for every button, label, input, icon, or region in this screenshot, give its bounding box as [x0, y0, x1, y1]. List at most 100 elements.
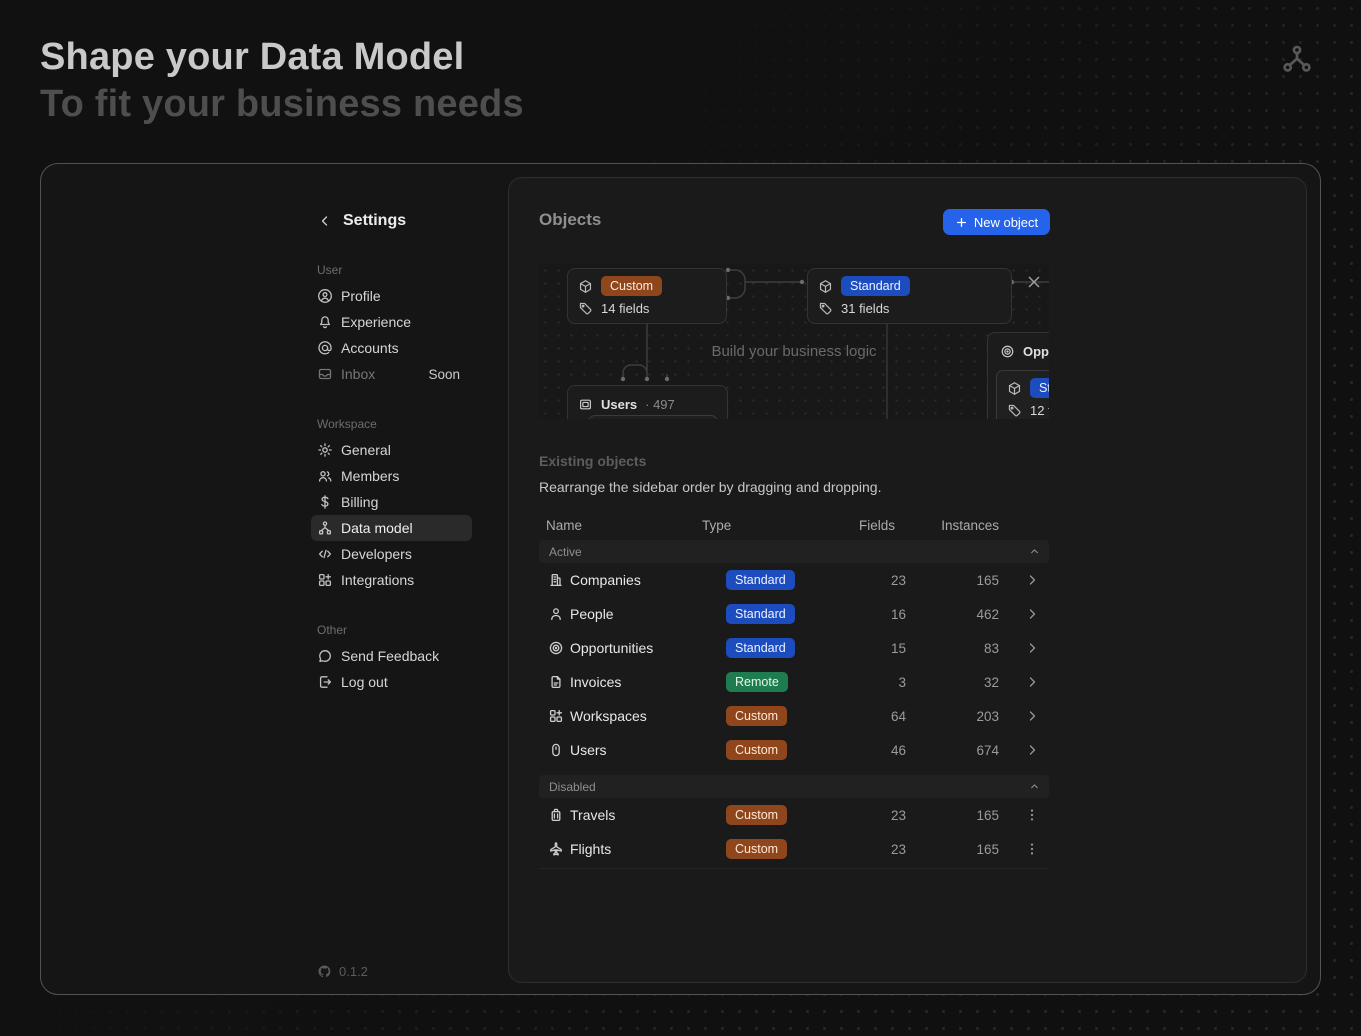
object-row-people[interactable]: PeopleStandard16462 [539, 597, 1049, 631]
diagram-node-custom[interactable]: Custom 14 fields [567, 268, 727, 324]
object-name: Companies [570, 572, 726, 588]
sidebar-section-other: OtherSend FeedbackLog out [311, 623, 472, 695]
row-action [999, 708, 1049, 724]
users-icon [317, 468, 333, 484]
object-row-companies[interactable]: CompaniesStandard23165 [539, 563, 1049, 597]
instances-count: 165 [906, 842, 999, 857]
type-badge: Custom [601, 276, 662, 296]
type-badge: Standard [726, 638, 795, 658]
settings-sidebar: Settings UserProfileExperienceAccountsIn… [311, 209, 472, 695]
sidebar-item-label: Inbox [341, 366, 375, 382]
user-circle-icon [317, 288, 333, 304]
sidebar-item-inbox[interactable]: Inbox Soon [311, 361, 472, 387]
sidebar-item-send-feedback[interactable]: Send Feedback [311, 643, 472, 669]
sidebar-item-developers[interactable]: Developers [311, 541, 472, 567]
object-row-workspaces[interactable]: WorkspacesCustom64203 [539, 699, 1049, 733]
tag-icon [578, 301, 593, 316]
sidebar-item-accounts[interactable]: Accounts [311, 335, 472, 361]
diagram-node-opportunities[interactable]: Opportunities Standard 12 fields [987, 332, 1049, 419]
sidebar-section-workspace: Workspace General Members BillingData model… [311, 417, 472, 593]
dots-vertical-icon[interactable] [1024, 841, 1040, 857]
type-badge: Custom [726, 740, 787, 760]
fields-count: 23 [822, 842, 906, 857]
object-name: Invoices [570, 674, 726, 690]
instances-count: 203 [906, 709, 999, 724]
at-icon [317, 340, 333, 356]
fields-count: 15 [822, 641, 906, 656]
chevron-right-icon[interactable] [1024, 742, 1040, 758]
page-title: Shape your Data Model [40, 36, 464, 79]
chevron-up-icon [1028, 545, 1041, 558]
settings-window: Settings UserProfileExperienceAccountsIn… [40, 163, 1321, 995]
chevron-right-icon[interactable] [1024, 640, 1040, 656]
chevron-right-icon[interactable] [1024, 708, 1040, 724]
app-version[interactable]: 0.1.2 [317, 964, 368, 979]
code-icon [317, 546, 333, 562]
file-icon [548, 674, 564, 690]
sidebar-item-data-model[interactable]: Data model [311, 515, 472, 541]
node-title: Opportunities [1023, 344, 1049, 359]
type-badge: Standard [726, 570, 795, 590]
sidebar-item-log-out[interactable]: Log out [311, 669, 472, 695]
person-icon [548, 606, 564, 622]
object-row-invoices[interactable]: InvoicesRemote332 [539, 665, 1049, 699]
back-button[interactable] [317, 213, 333, 229]
chevron-right-icon[interactable] [1024, 572, 1040, 588]
row-action [999, 606, 1049, 622]
cube-icon [818, 279, 833, 294]
sidebar-sections: UserProfileExperienceAccountsInboxSoonWo… [311, 263, 472, 695]
fields-count: 31 fields [841, 301, 889, 316]
sidebar-item-label: Experience [341, 314, 411, 330]
plus-icon [955, 216, 968, 229]
github-icon [317, 964, 332, 979]
object-row-opportunities[interactable]: OpportunitiesStandard1583 [539, 631, 1049, 665]
sidebar-item-billing[interactable]: Billing [311, 489, 472, 515]
sidebar-item-members[interactable]: Members [311, 463, 472, 489]
chevron-right-icon[interactable] [1024, 674, 1040, 690]
sidebar-item-general[interactable]: General [311, 437, 472, 463]
sidebar-section-label: Workspace [317, 417, 472, 431]
sidebar-item-profile[interactable]: Profile [311, 283, 472, 309]
chevron-right-icon[interactable] [1024, 606, 1040, 622]
apps-icon [548, 708, 564, 724]
soon-badge: Soon [428, 367, 460, 382]
settings-header: Settings [311, 209, 472, 233]
diagram-hint-text: Build your business logic [539, 343, 1049, 360]
object-row-users[interactable]: UsersCustom46674 [539, 733, 1049, 767]
speech-bubble-icon [317, 648, 333, 664]
object-row-flights[interactable]: FlightsCustom23165 [539, 832, 1049, 866]
object-name: Workspaces [570, 708, 726, 724]
sidebar-item-integrations[interactable]: Integrations [311, 567, 472, 593]
object-name: Users [570, 742, 726, 758]
diagram-node-users[interactable]: Users · 497 [567, 385, 728, 419]
dollar-icon [317, 494, 333, 510]
object-group-active: Active CompaniesStandard23165PeopleStanda… [539, 540, 1049, 767]
dots-vertical-icon[interactable] [1024, 807, 1040, 823]
plane-icon [548, 841, 564, 857]
sidebar-item-label: Log out [341, 674, 388, 690]
new-object-button[interactable]: New object [943, 209, 1050, 235]
row-action [999, 807, 1049, 823]
object-name: Travels [570, 807, 726, 823]
row-action [999, 841, 1049, 857]
sidebar-section-user: UserProfileExperienceAccountsInboxSoon [311, 263, 472, 387]
node-title: Users [601, 397, 637, 412]
group-header-active[interactable]: Active [539, 540, 1049, 563]
sidebar-item-experience[interactable]: Experience [311, 309, 472, 335]
column-fields: Fields [822, 518, 895, 533]
sidebar-item-label: Members [341, 468, 399, 484]
instances-count: 83 [906, 641, 999, 656]
diagram-node-standard[interactable]: Standard 31 fields [807, 268, 1012, 324]
node-count: · 497 [645, 397, 675, 412]
type-badge: Custom [726, 805, 787, 825]
object-row-travels[interactable]: TravelsCustom23165 [539, 798, 1049, 832]
row-action [999, 742, 1049, 758]
version-label: 0.1.2 [339, 964, 368, 979]
sidebar-item-label: Send Feedback [341, 648, 439, 664]
column-name: Name [546, 518, 702, 533]
apps-icon [317, 572, 333, 588]
type-badge: Standard [841, 276, 910, 296]
group-label: Active [549, 545, 582, 559]
group-header-disabled[interactable]: Disabled [539, 775, 1049, 798]
row-action [999, 572, 1049, 588]
